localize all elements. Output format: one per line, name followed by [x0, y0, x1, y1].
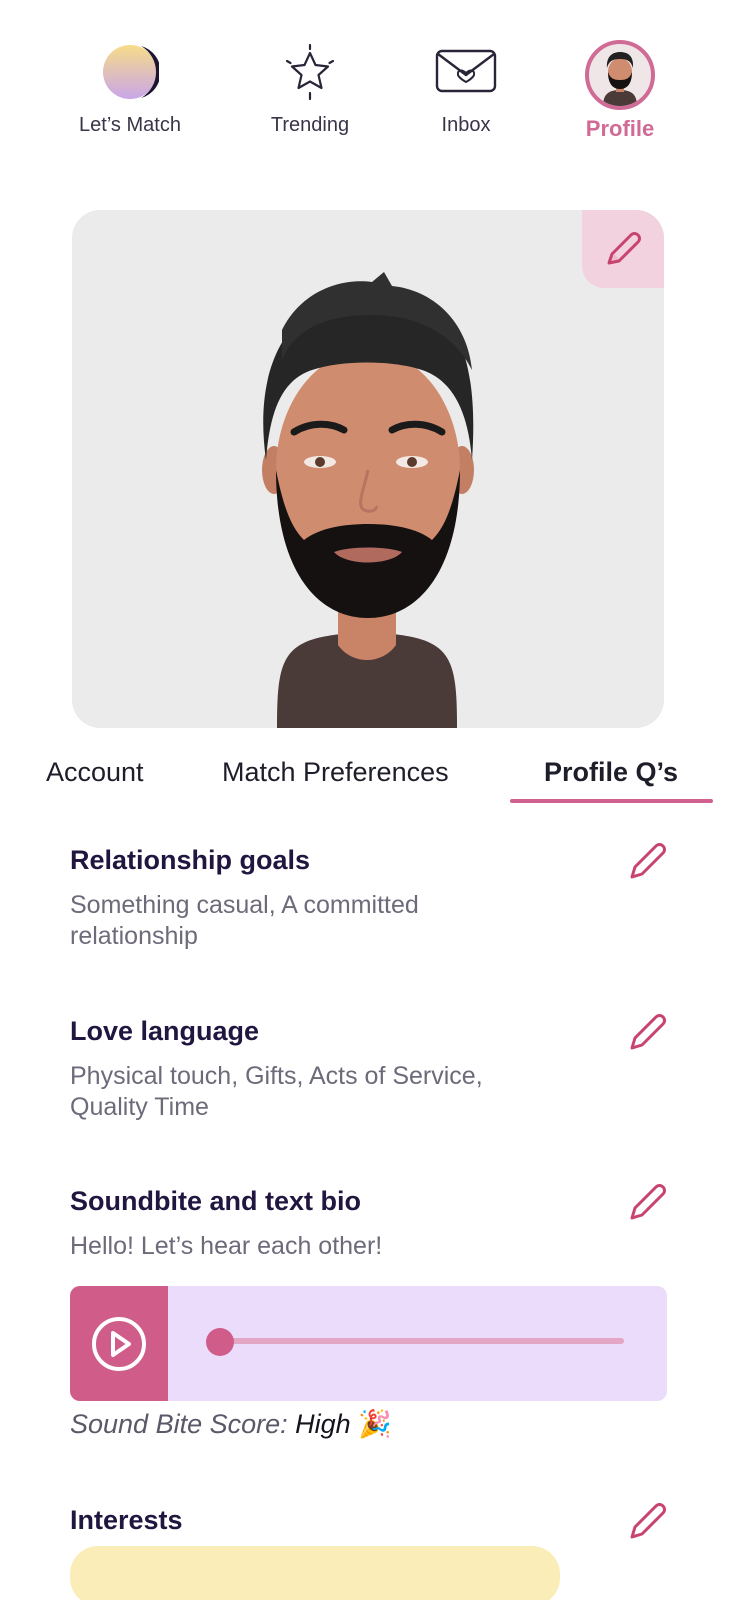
edit-photo-button[interactable] [582, 210, 664, 288]
interests-section: Interests [70, 1503, 670, 1539]
section-title: Soundbite and text bio [70, 1186, 361, 1216]
pencil-icon [607, 232, 641, 265]
nav-label-lets-match: Let’s Match [79, 114, 181, 136]
star-icon [278, 40, 342, 104]
edit-sound-pencil-icon[interactable] [626, 1180, 670, 1224]
audio-progress-track[interactable] [220, 1338, 624, 1344]
score-label: Sound Bite Score: [70, 1409, 296, 1439]
nav-lets-match[interactable]: Let’s Match [60, 40, 200, 137]
active-tab-indicator [510, 799, 713, 803]
score-value: High [295, 1409, 351, 1439]
tab-profile-qs[interactable]: Profile Q’s [544, 757, 678, 788]
profile-avatar-illustration [262, 272, 474, 728]
avatar [585, 40, 655, 110]
tab-account[interactable]: Account [46, 757, 144, 788]
play-icon [92, 1316, 146, 1371]
edit-goals-pencil-icon[interactable] [626, 839, 670, 883]
nav-inbox[interactable]: Inbox [396, 40, 536, 137]
section-value: Something casual, A committed relationsh… [70, 891, 419, 950]
interest-chip[interactable] [70, 1546, 560, 1600]
nav-profile[interactable]: Profile [550, 40, 690, 142]
edit-love-pencil-icon[interactable] [626, 1010, 670, 1054]
sound-bite-score: Sound Bite Score: High 🎉 [70, 1408, 392, 1440]
section-value: Hello! Let’s hear each other! [70, 1232, 383, 1260]
top-nav: Let’s Match Trending Inbox Profile [0, 0, 750, 170]
nav-trending[interactable]: Trending [240, 40, 380, 137]
edit-interests-pencil-icon[interactable] [626, 1499, 670, 1543]
moon-icon [98, 40, 162, 104]
nav-label-inbox: Inbox [441, 114, 491, 136]
relationship-goals-section: Relationship goals Something casual, A c… [70, 843, 670, 952]
audio-progress-thumb[interactable] [206, 1328, 234, 1356]
love-language-section: Love language Physical touch, Gifts, Act… [70, 1014, 670, 1123]
profile-tabs: Account Match Preferences Profile Q’s [0, 745, 750, 805]
section-title: Love language [70, 1016, 260, 1046]
party-popper-icon: 🎉 [358, 1409, 392, 1439]
tab-match-preferences[interactable]: Match Preferences [222, 757, 449, 788]
play-button[interactable] [70, 1286, 168, 1401]
section-value: Physical touch, Gifts, Acts of Service, … [70, 1062, 483, 1121]
soundbite-section: Soundbite and text bio Hello! Let’s hear… [70, 1184, 670, 1262]
nav-label-profile: Profile [585, 116, 655, 141]
nav-label-trending: Trending [270, 114, 350, 136]
section-title: Interests [70, 1505, 183, 1535]
profile-photo-card [72, 210, 664, 728]
section-title: Relationship goals [70, 845, 311, 875]
envelope-heart-icon [434, 40, 498, 104]
